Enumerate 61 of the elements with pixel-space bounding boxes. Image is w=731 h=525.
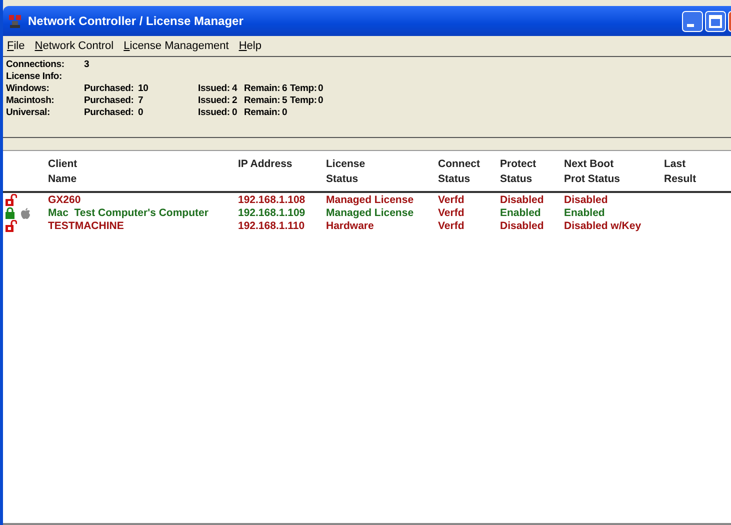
- field-value: 0: [282, 107, 288, 119]
- table-cell-text: 192.168.1.110: [238, 220, 306, 232]
- connections-label: Connections:: [6, 59, 66, 71]
- platform-label: Windows:: [6, 83, 50, 95]
- table-cell-text: Verfd: [438, 194, 466, 206]
- column-header[interactable]: License Status: [326, 157, 438, 187]
- window-title: Network Controller / License Manager: [28, 14, 244, 28]
- menu-item[interactable]: Network Control: [34, 40, 114, 52]
- field-label: Purchased:: [84, 95, 135, 107]
- field-value: 5: [282, 95, 288, 107]
- table-cell-text: GX260: [48, 194, 82, 206]
- maximize-button[interactable]: [705, 10, 726, 32]
- field-label: Issued:: [198, 107, 231, 119]
- table-cell-text: Enabled: [564, 207, 606, 219]
- field-value: 4: [232, 83, 238, 95]
- table-cell-text: Verfd: [438, 207, 466, 219]
- menu-item[interactable]: License Management: [124, 40, 229, 52]
- column-header[interactable]: Protect Status: [500, 157, 564, 187]
- connections-value: 3: [84, 59, 90, 71]
- field-label: Remain:: [244, 107, 282, 119]
- license-info-label: License Info:: [6, 71, 62, 83]
- table-cell-text: Disabled w/Key: [564, 220, 642, 232]
- field-value: 0: [318, 83, 324, 95]
- minimize-button[interactable]: [682, 10, 703, 32]
- column-header[interactable]: Connect Status: [438, 157, 500, 187]
- platform-label: Universal:: [6, 107, 51, 119]
- table-cell-text: Disabled: [564, 194, 609, 206]
- column-header[interactable]: IP Address: [238, 157, 326, 187]
- platform-label: Macintosh:: [6, 95, 56, 107]
- column-header[interactable]: Last Result: [664, 157, 724, 187]
- field-value: 7: [138, 95, 144, 107]
- field-value: 2: [232, 95, 238, 107]
- field-label: Remain:: [244, 95, 282, 107]
- field-label: Purchased:: [84, 83, 135, 95]
- column-header[interactable]: Next Boot Prot Status: [564, 157, 664, 187]
- field-value: 0: [318, 95, 324, 107]
- table-cell-text: Disabled: [500, 220, 545, 232]
- table-cell-text: 192.168.1.109: [238, 207, 306, 219]
- field-value: 6: [282, 83, 288, 95]
- table-cell-text: Hardware: [326, 220, 375, 232]
- column-header[interactable]: Client Name: [48, 157, 238, 187]
- menu-item[interactable]: Help: [238, 40, 262, 52]
- field-value: 0: [138, 107, 144, 119]
- menu-item[interactable]: File: [7, 40, 25, 52]
- field-label: Purchased:: [84, 107, 135, 119]
- field-label: Remain:: [244, 83, 282, 95]
- table-cell-text: Enabled: [500, 207, 542, 219]
- table-cell-text: Disabled: [500, 194, 545, 206]
- table-cell-text: TESTMACHINE: [48, 220, 125, 232]
- table-cell-text: 192.168.1.108: [238, 194, 306, 206]
- table-cell-text: Mac Test Computer's Computer: [48, 207, 210, 219]
- field-label: Issued:: [198, 95, 231, 107]
- field-label: Temp:: [290, 95, 318, 107]
- field-label: Issued:: [198, 83, 231, 95]
- app-icon: [7, 13, 23, 29]
- field-label: Temp:: [290, 83, 318, 95]
- field-value: 0: [232, 107, 238, 119]
- table-cell-text: Verfd: [438, 220, 466, 232]
- table-cell-text: Managed License: [326, 207, 415, 219]
- field-value: 10: [138, 83, 150, 95]
- table-cell-text: Managed License: [326, 194, 415, 206]
